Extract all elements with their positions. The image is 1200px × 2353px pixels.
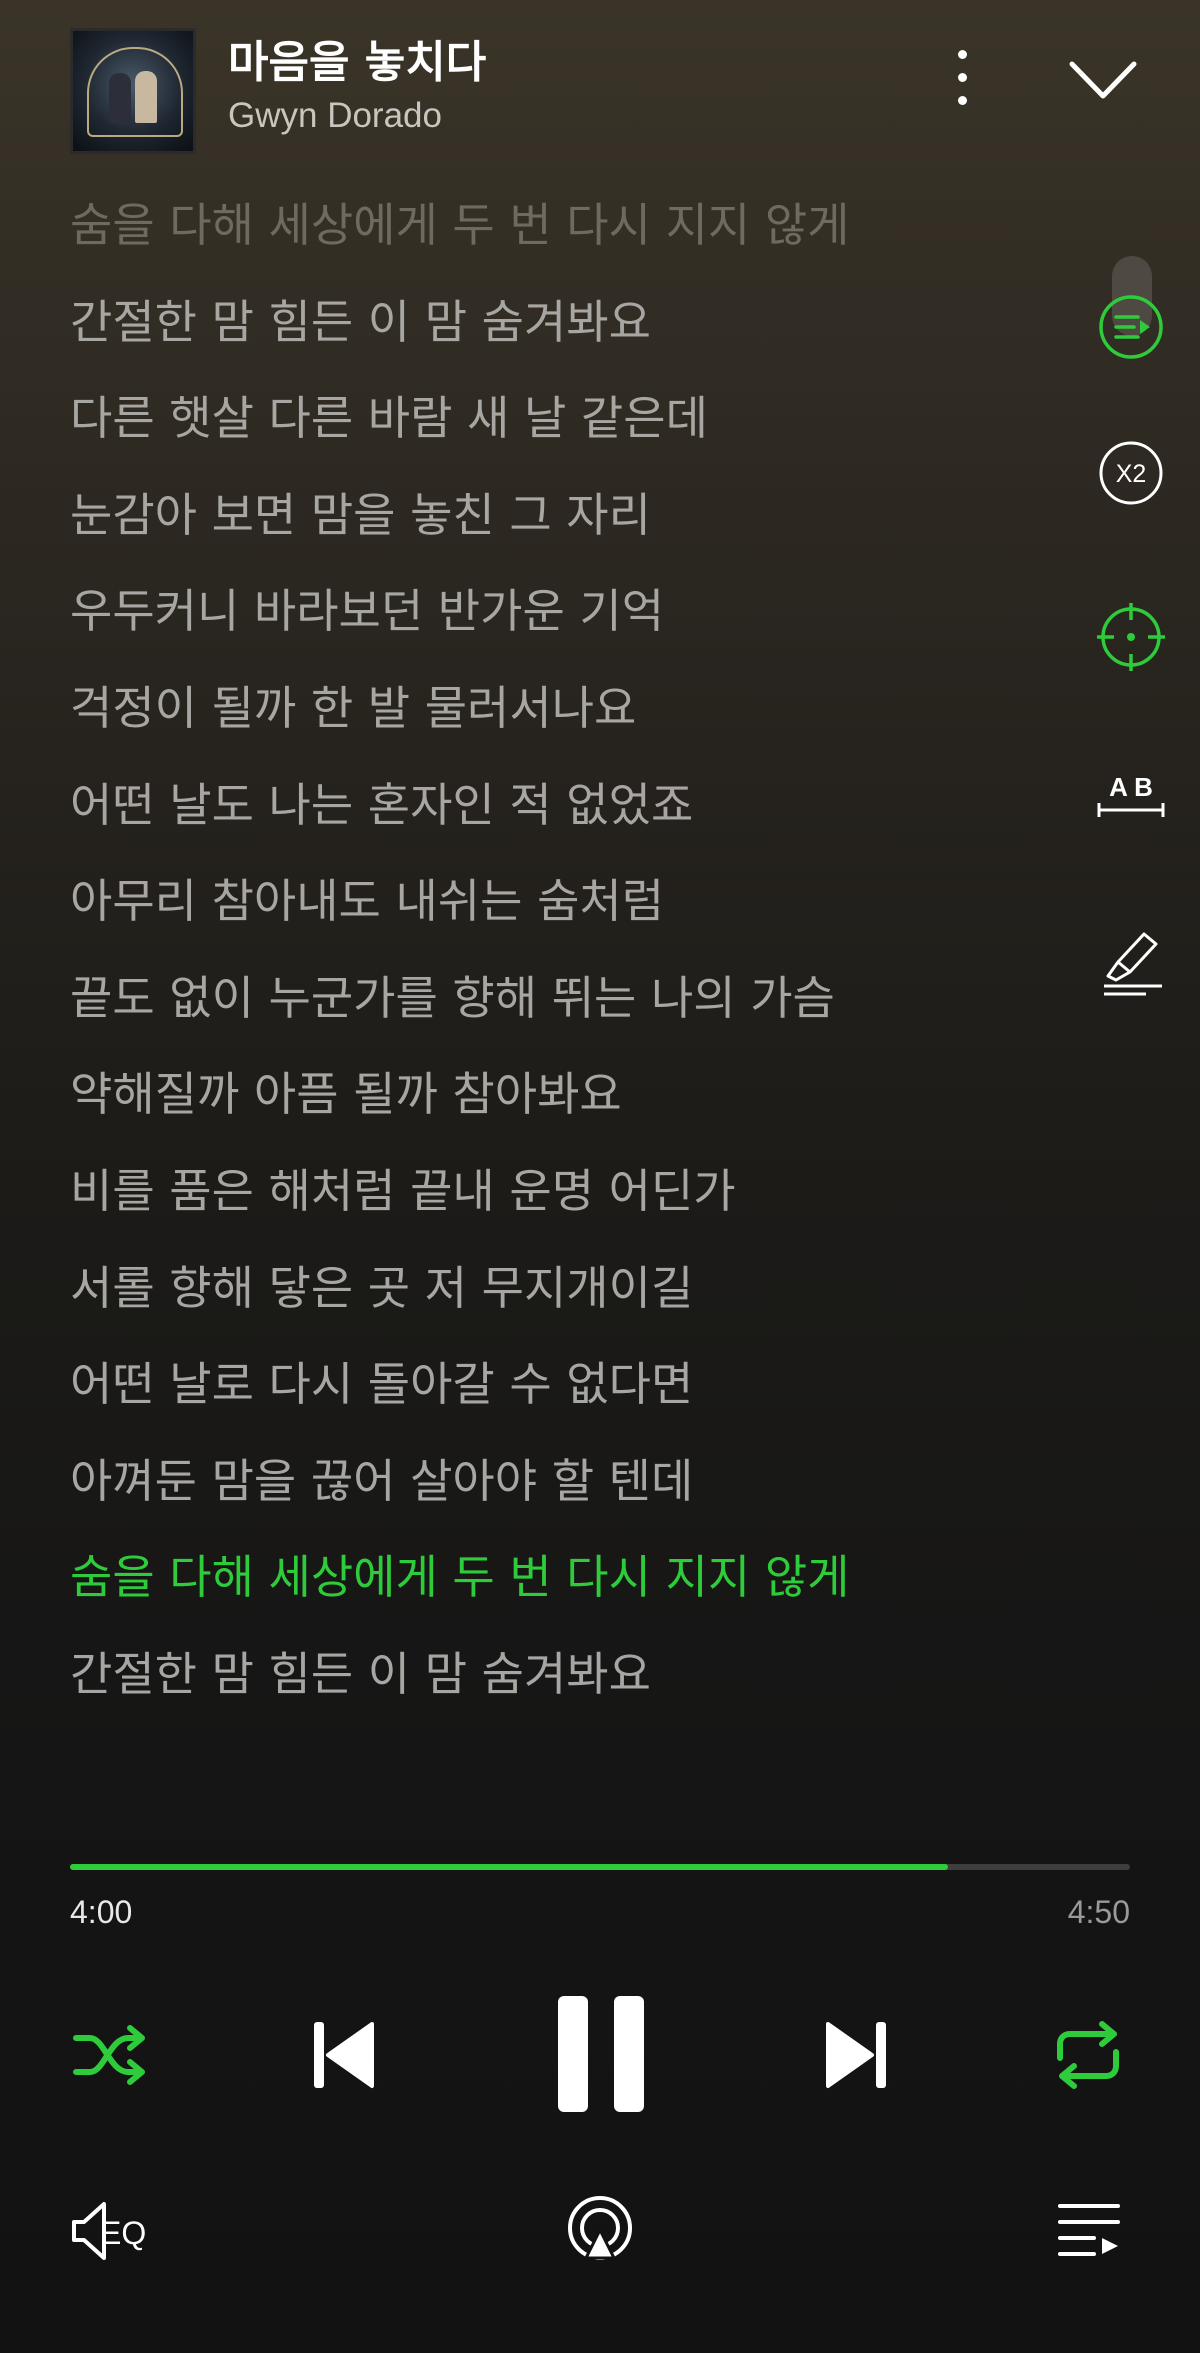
lyric-line[interactable]: 우두커니 바라보던 반가운 기억 (70, 576, 1070, 673)
artist-name[interactable]: Gwyn Dorado (228, 96, 442, 136)
playlist-icon (1058, 2204, 1120, 2256)
album-art-figure (109, 73, 131, 123)
chevron-down-icon (1069, 61, 1137, 99)
locate-icon (1097, 603, 1165, 671)
album-art-figure (135, 71, 157, 123)
lyric-line[interactable]: 눈감아 보면 맘을 놓친 그 자리 (70, 480, 1070, 577)
current-time: 4:00 (70, 1894, 133, 1930)
lyric-line[interactable]: 걱정이 될까 한 발 물러서나요 (70, 673, 1070, 770)
lyric-line[interactable]: 간절한 맘 힘든 이 맘 숨겨봐요 (70, 1639, 1070, 1736)
lyric-line[interactable]: 아무리 참아내도 내쉬는 숨처럼 (70, 866, 1070, 963)
lyric-line[interactable]: 숨을 다해 세상에게 두 번 다시 지지 않게 (70, 190, 1070, 287)
locate-current-lyric-button[interactable] (1094, 600, 1168, 674)
previous-icon (314, 2022, 374, 2088)
repeat-icon (1057, 2021, 1119, 2089)
pause-button[interactable] (554, 1994, 648, 2114)
lyrics-sync-icon (1099, 295, 1163, 359)
next-track-button[interactable] (824, 2018, 888, 2092)
playlist-button[interactable] (1058, 2200, 1122, 2262)
highlight-icon (1104, 932, 1162, 996)
next-icon (826, 2022, 886, 2088)
lyrics-panel[interactable]: 숨을 다해 세상에게 두 번 다시 지지 않게 간절한 맘 힘든 이 맘 숨겨봐요… (70, 190, 1070, 1736)
more-icon (957, 50, 967, 59)
translate-icon: A B (1097, 772, 1165, 817)
more-options-button[interactable] (944, 50, 980, 114)
lyric-line[interactable]: 어떤 날로 다시 돌아갈 수 없다면 (70, 1349, 1070, 1446)
lyric-line-active[interactable]: 숨을 다해 세상에게 두 번 다시 지지 않게 (70, 1542, 1070, 1639)
total-time: 4:50 (1067, 1894, 1130, 1930)
lyric-line[interactable]: 비를 품은 해처럼 끝내 운명 어딘가 (70, 1156, 1070, 1253)
translate-lyrics-button[interactable]: A B (1094, 760, 1168, 834)
lyric-line[interactable]: 끝도 없이 누군가를 향해 뛰는 나의 가슴 (70, 963, 1070, 1060)
progress-fill (70, 1864, 948, 1870)
lyrics-sync-button[interactable] (1094, 290, 1168, 364)
song-title: 마음을 놓치다 (228, 37, 487, 88)
lyric-line[interactable]: 간절한 맘 힘든 이 맘 숨겨봐요 (70, 287, 1070, 384)
equalizer-button[interactable]: EQ (70, 2196, 154, 2266)
pause-icon (558, 1996, 644, 2112)
previous-track-button[interactable] (312, 2018, 376, 2092)
lyric-line[interactable]: 아껴둔 맘을 끊어 살아야 할 텐데 (70, 1446, 1070, 1543)
eq-label: EQ (100, 2215, 146, 2251)
lyric-line[interactable]: 서롤 향해 닿은 곳 저 무지개이길 (70, 1253, 1070, 1350)
playback-speed-button[interactable]: X2 (1094, 436, 1168, 510)
lyric-line[interactable]: 약해질까 아픔 될까 참아봐요 (70, 1059, 1070, 1156)
collapse-player-button[interactable] (1068, 58, 1138, 104)
player-header: 마음을 놓치다 Gwyn Dorado (0, 0, 1200, 180)
more-icon-dot (957, 73, 967, 82)
shuffle-button[interactable] (72, 2020, 148, 2090)
lyric-line[interactable]: 다른 햇살 다른 바람 새 날 같은데 (70, 383, 1070, 480)
cast-icon (568, 2196, 632, 2260)
album-art[interactable] (70, 28, 196, 154)
translate-label: A B (1109, 772, 1153, 802)
equalizer-icon: EQ (72, 2202, 146, 2260)
lyric-line[interactable]: 어떤 날도 나는 혼자인 적 없었죠 (70, 770, 1070, 867)
speed-label: X2 (1116, 460, 1147, 488)
cast-button[interactable] (564, 2196, 636, 2266)
shuffle-icon (73, 2025, 145, 2085)
more-icon-dot (957, 96, 967, 105)
highlight-lyrics-button[interactable] (1094, 924, 1168, 998)
speed-icon: X2 (1099, 441, 1163, 505)
playback-progress-bar[interactable] (70, 1864, 1130, 1870)
repeat-button[interactable] (1052, 2018, 1124, 2092)
